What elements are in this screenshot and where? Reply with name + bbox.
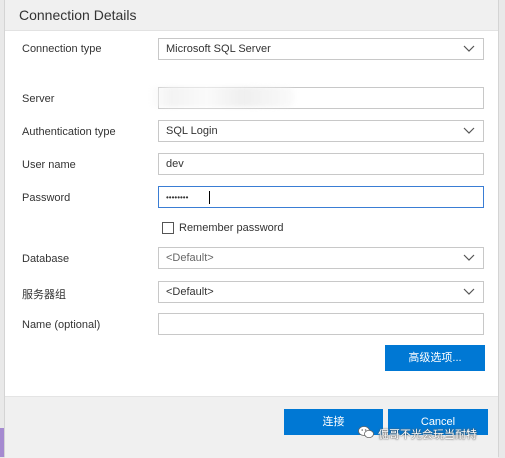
database-value: <Default> [166,252,214,264]
authentication-type-select[interactable]: SQL Login [158,120,484,142]
wechat-icon [358,426,374,438]
name-optional-label: Name (optional) [22,319,101,331]
watermark-text: 倔哥不光会玩当耐特 [378,428,477,441]
remember-password-checkbox[interactable] [162,222,174,234]
server-group-value: <Default> [166,286,214,298]
server-group-select[interactable]: <Default> [158,281,484,303]
password-label: Password [22,192,71,204]
database-label: Database [22,253,70,265]
password-input[interactable]: •••••••• [158,186,484,208]
chevron-down-icon [463,288,475,295]
chevron-down-icon [463,254,475,261]
password-value: •••••••• [166,193,189,202]
server-group-label: 服务器组 [22,289,66,301]
database-select[interactable]: <Default> [158,247,484,269]
connection-type-label: Connection type [22,43,102,55]
chevron-down-icon [463,45,475,52]
name-optional-input[interactable] [158,313,484,335]
redacted-server-blur [149,87,294,107]
user-name-input[interactable]: dev [158,153,484,175]
dialog-header: Connection Details [5,0,498,31]
text-caret [209,191,210,204]
chevron-down-icon [463,127,475,134]
server-label: Server [22,93,55,105]
authentication-type-value: SQL Login [166,125,218,137]
remember-password-label[interactable]: Remember password [179,222,284,234]
user-name-label: User name [22,159,76,171]
connection-type-value: Microsoft SQL Server [166,43,271,55]
connection-type-select[interactable]: Microsoft SQL Server [158,38,484,60]
advanced-options-button[interactable]: 高级选项... [385,345,485,371]
connection-dialog: Connection Details Connection type Micro… [4,0,499,458]
authentication-type-label: Authentication type [22,126,116,138]
user-name-value: dev [166,158,184,170]
dialog-title: Connection Details [19,7,137,23]
